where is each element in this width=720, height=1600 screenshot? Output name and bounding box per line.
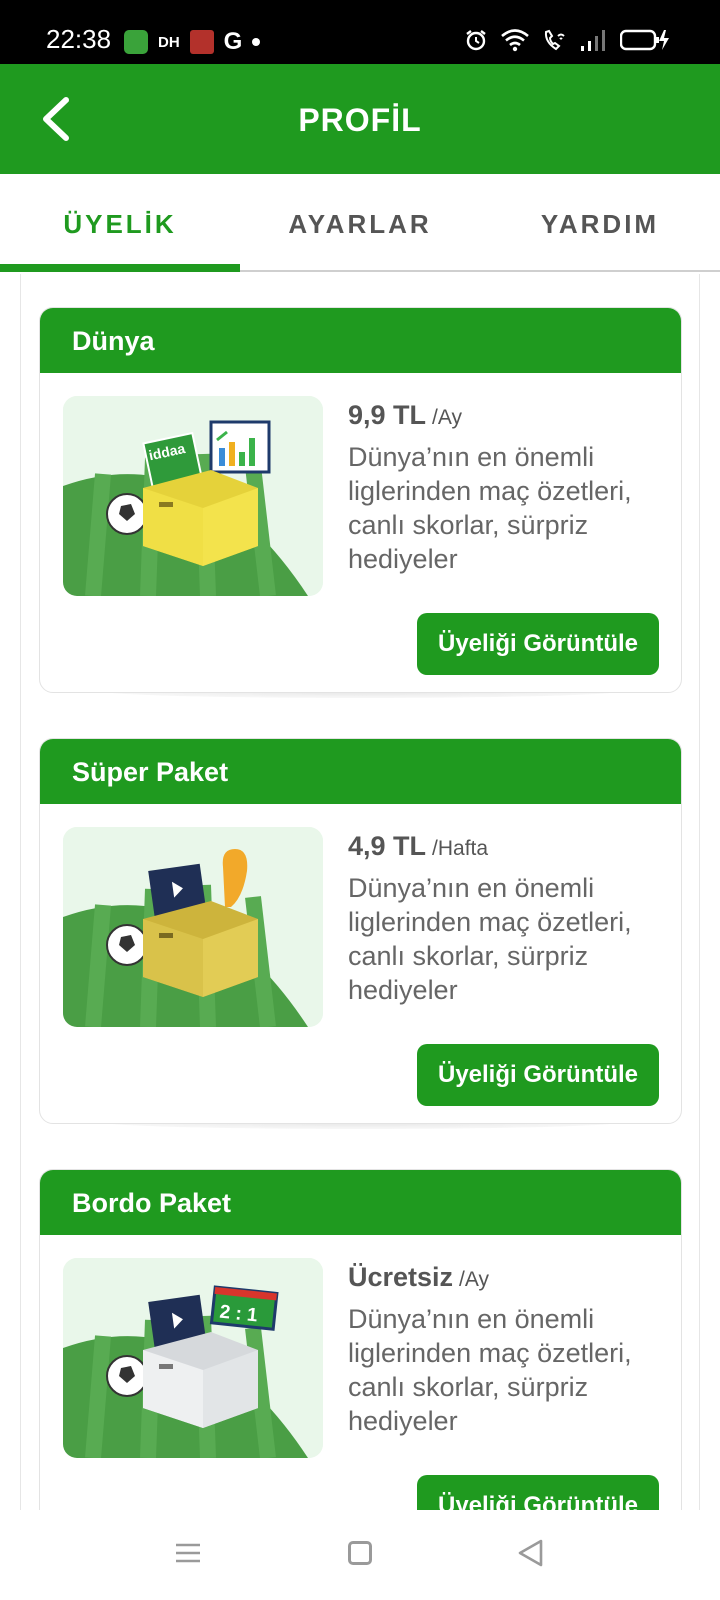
package-card: Dünya iddaa 9,9 TL /Ay Dünya’nın en önem… <box>39 307 682 693</box>
package-name: Süper Paket <box>40 739 681 804</box>
system-nav-bar <box>0 1510 720 1600</box>
view-membership-button[interactable]: Üyeliği Görüntüle <box>417 613 659 675</box>
status-right-icons <box>464 28 670 52</box>
tab-bar: ÜYELİK AYARLAR YARDIM <box>0 176 720 272</box>
signal-icon <box>581 30 605 51</box>
page-title: PROFİL <box>298 102 422 138</box>
app-badge-icon <box>124 30 148 54</box>
package-period: /Ay <box>459 1268 490 1291</box>
membership-list[interactable]: Dünya iddaa 9,9 TL /Ay Dünya’nın en önem… <box>20 274 700 1510</box>
view-membership-button[interactable]: Üyeliği Görüntüle <box>417 1475 659 1510</box>
tab-ayarlar[interactable]: AYARLAR <box>240 176 480 272</box>
price-line: Ücretsiz/Ay <box>348 1262 489 1293</box>
alarm-icon <box>466 30 486 51</box>
box-iddaa-chart-illustration: iddaa <box>63 396 323 596</box>
price-line: 4,9 TL/Hafta <box>348 831 488 862</box>
view-membership-button[interactable]: Üyeliği Görüntüle <box>417 1044 659 1106</box>
package-name: Bordo Paket <box>40 1170 681 1235</box>
box-video-trophy-illustration <box>63 827 323 1027</box>
price-line: 9,9 TL/Ay <box>348 400 462 431</box>
package-price: 4,9 TL <box>348 831 427 861</box>
status-time: 22:38 <box>46 24 112 54</box>
notification-dot-icon <box>252 38 261 46</box>
scoreboard-text: 2 : 1 <box>219 1302 259 1327</box>
status-left-icons: DH G <box>124 28 261 55</box>
package-description: Dünya’nın en önemli liglerinden maç özet… <box>348 1304 632 1436</box>
tab-yardim[interactable]: YARDIM <box>480 176 720 272</box>
active-tab-indicator <box>0 264 240 272</box>
package-period: /Ay <box>432 406 462 429</box>
app-bar: PROFİL <box>0 64 720 174</box>
news-app-icon <box>189 30 214 54</box>
home-square-icon[interactable] <box>348 1541 372 1565</box>
package-description: Dünya’nın en önemli liglerinden maç özet… <box>348 442 632 574</box>
wifi-icon <box>501 29 529 52</box>
tab-uyelik[interactable]: ÜYELİK <box>0 176 240 272</box>
wifi-calling-icon <box>544 29 565 51</box>
back-triangle-icon[interactable] <box>516 1538 546 1568</box>
status-bar: 22:38 DH G <box>0 0 720 64</box>
package-name: Dünya <box>40 308 681 373</box>
dh-icon: DH <box>158 33 180 51</box>
package-description: Dünya’nın en önemli liglerinden maç özet… <box>348 873 632 1005</box>
package-price: Ücretsiz <box>348 1262 454 1292</box>
package-card: Süper Paket 4,9 TL/Hafta Dünya’nın en ön… <box>39 738 682 1124</box>
package-period: /Hafta <box>432 837 489 860</box>
battery-charging-icon <box>620 29 669 51</box>
package-card: Bordo Paket 2 : 1 Ücretsiz /Ay Dünya’nın… <box>39 1169 682 1510</box>
google-icon: G <box>223 28 243 55</box>
menu-icon[interactable] <box>175 1542 201 1564</box>
box-video-scoreboard-illustration: 2 : 1 <box>63 1258 323 1458</box>
package-price: 9,9 TL <box>348 400 427 430</box>
